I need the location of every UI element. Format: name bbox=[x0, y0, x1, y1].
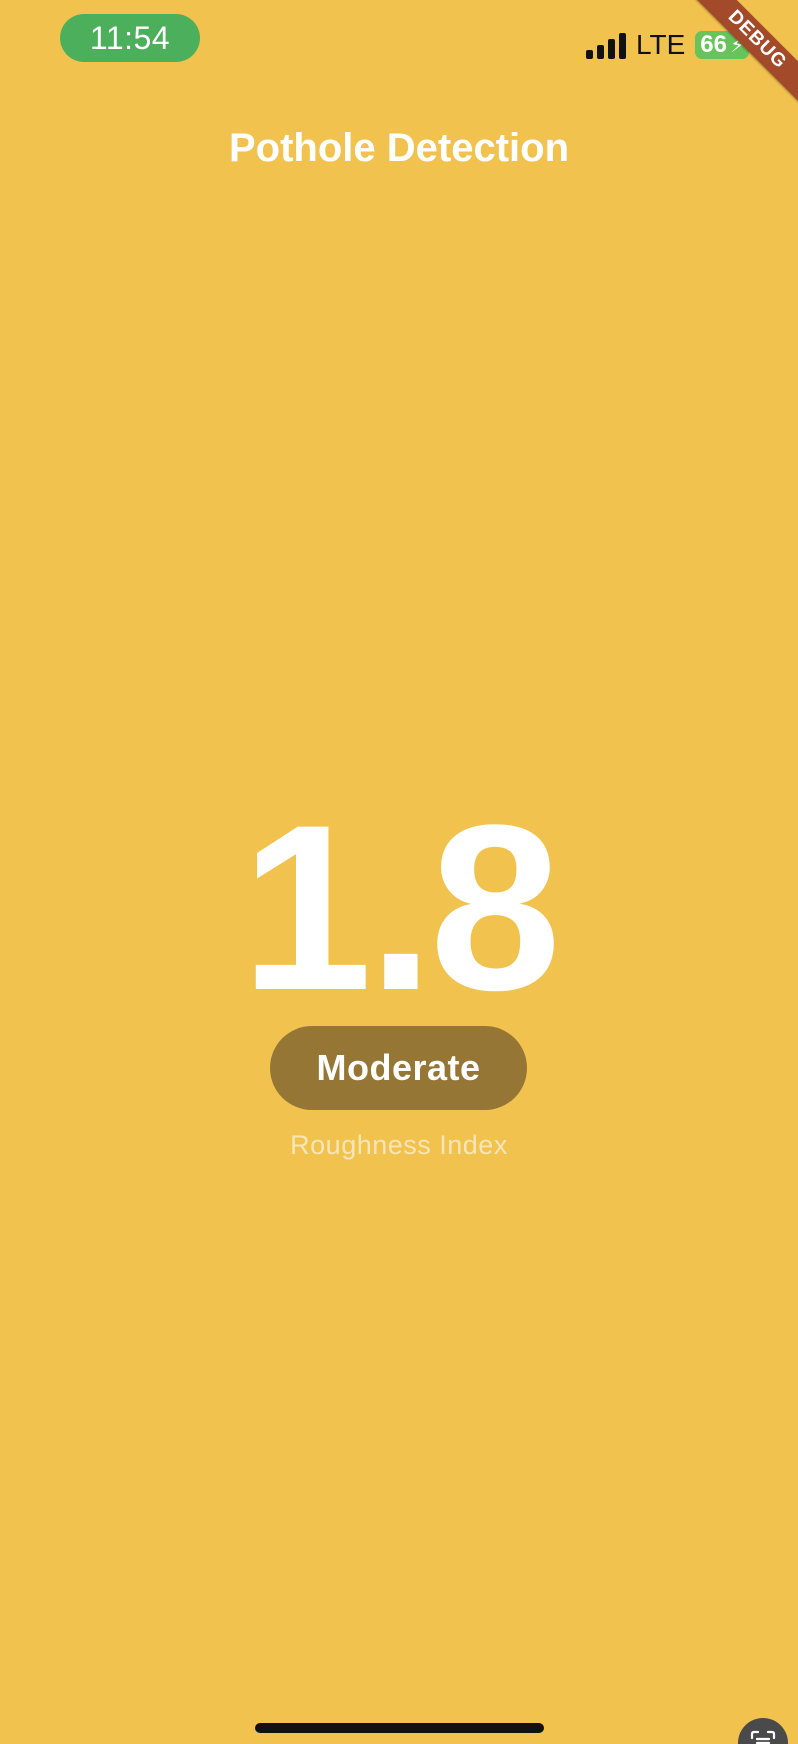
home-indicator[interactable] bbox=[255, 1723, 544, 1733]
roughness-value: 1.8 bbox=[240, 776, 561, 1040]
metric-label: Roughness Index bbox=[290, 1130, 508, 1160]
status-time-text: 11:54 bbox=[89, 19, 171, 56]
scan-text-icon bbox=[750, 1730, 776, 1744]
status-time[interactable]: 11:54 bbox=[60, 14, 200, 62]
app-screen: 11:54 LTE 66 ⚡ DEBUG Pothole Detection 1… bbox=[0, 0, 798, 1744]
battery-level: 66 bbox=[700, 31, 727, 58]
cellular-signal-icon bbox=[586, 31, 626, 59]
network-type: LTE bbox=[636, 29, 686, 60]
page-title: Pothole Detection bbox=[228, 126, 570, 170]
severity-label: Moderate bbox=[316, 1047, 481, 1088]
status-indicators: LTE 66 ⚡ bbox=[586, 29, 750, 60]
scan-text-button[interactable] bbox=[738, 1718, 788, 1744]
severity-badge: Moderate bbox=[270, 1026, 527, 1110]
